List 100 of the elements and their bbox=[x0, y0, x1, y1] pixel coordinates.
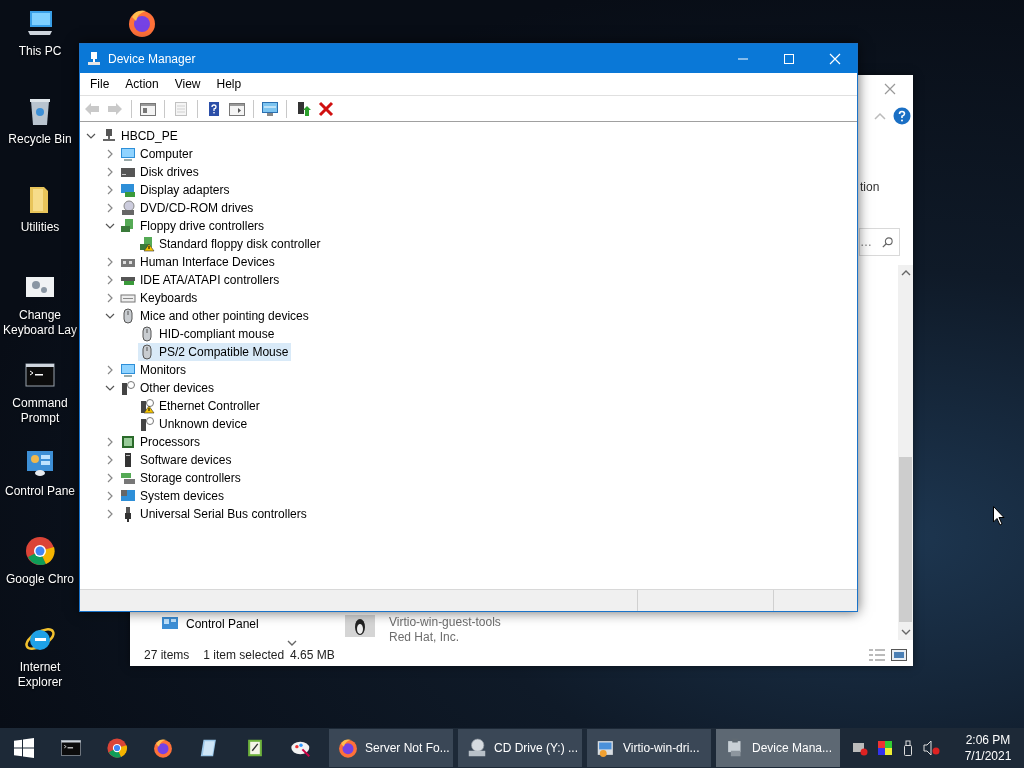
chevron-down-icon[interactable] bbox=[286, 639, 297, 647]
tree-item[interactable]: IDE ATA/ATAPI controllers bbox=[119, 271, 283, 289]
desktop-shortcut[interactable]: Internet Explorer bbox=[2, 616, 78, 704]
chevron-icon[interactable] bbox=[105, 293, 115, 303]
taskbar-window[interactable]: Virtio-win-dri... bbox=[587, 729, 711, 767]
terminal-icon bbox=[60, 737, 82, 759]
dvd-icon bbox=[120, 200, 136, 216]
file-item[interactable]: Virtio-win-guest-tools Red Hat, Inc. bbox=[345, 615, 501, 647]
system-icon bbox=[120, 488, 136, 504]
control-panel-icon bbox=[162, 617, 178, 631]
chevron-icon[interactable] bbox=[105, 203, 115, 213]
ribbon-label: tion bbox=[860, 180, 880, 194]
tree-item[interactable]: System devices bbox=[119, 487, 228, 505]
monitor-scan-icon[interactable] bbox=[261, 99, 279, 118]
taskbar-window[interactable]: CD Drive (Y:) ... bbox=[458, 729, 582, 767]
close-icon[interactable] bbox=[884, 83, 896, 95]
scroll-up-icon[interactable] bbox=[900, 269, 911, 277]
search-field[interactable]: … bbox=[859, 228, 900, 256]
chevron-icon[interactable] bbox=[105, 455, 115, 465]
menu-item[interactable]: Action bbox=[117, 77, 167, 91]
desktop-shortcut[interactable]: This PC bbox=[2, 0, 78, 88]
chevron-icon[interactable] bbox=[105, 221, 115, 231]
chevron-icon[interactable] bbox=[105, 437, 115, 447]
clock[interactable]: 2:06 PM 7/1/2021 bbox=[960, 732, 1016, 764]
penguin-icon bbox=[345, 615, 375, 637]
menu-item[interactable]: File bbox=[82, 77, 118, 91]
maximize-icon[interactable] bbox=[783, 52, 795, 65]
tree-item[interactable]: HBCD_PE bbox=[100, 127, 181, 145]
tree-item[interactable]: Software devices bbox=[119, 451, 235, 469]
menu-item[interactable]: View bbox=[166, 77, 209, 91]
chevron-icon[interactable] bbox=[105, 491, 115, 501]
usb-drive-icon[interactable] bbox=[902, 740, 914, 756]
storage-icon bbox=[120, 470, 136, 486]
desktop-shortcut[interactable]: Recycle Bin bbox=[2, 88, 78, 176]
windows-logo-icon[interactable] bbox=[14, 738, 34, 758]
firefox-icon bbox=[337, 737, 359, 759]
desktop-shortcut[interactable]: Utilities bbox=[2, 176, 78, 264]
desktop-shortcut[interactable]: Change Keyboard Lay bbox=[2, 264, 78, 352]
window-title: Device Manager bbox=[108, 51, 196, 66]
tree-item[interactable]: DVD/CD-ROM drives bbox=[119, 199, 257, 217]
tree-item[interactable]: Mice and other pointing devices bbox=[119, 307, 312, 325]
chevron-icon[interactable] bbox=[105, 311, 115, 321]
tree-item[interactable]: Ethernet Controller bbox=[138, 397, 263, 415]
tree-item[interactable]: PS/2 Compatible Mouse bbox=[138, 343, 292, 361]
tree-item[interactable]: Floppy drive controllers bbox=[119, 217, 268, 235]
chevron-icon[interactable] bbox=[105, 149, 115, 159]
tree-item[interactable]: Standard floppy disk controller bbox=[138, 235, 324, 253]
tree-item[interactable]: HID-compliant mouse bbox=[138, 325, 278, 343]
menu-item[interactable]: Help bbox=[208, 77, 250, 91]
tree-item[interactable]: Monitors bbox=[119, 361, 189, 379]
desktop-shortcut[interactable]: Google Chro bbox=[2, 528, 78, 616]
nav-item[interactable]: Control Panel bbox=[130, 615, 259, 633]
chevron-icon[interactable] bbox=[105, 167, 115, 177]
color-grid-icon[interactable] bbox=[877, 740, 893, 756]
monitor-icon bbox=[120, 362, 136, 378]
chevron-icon[interactable] bbox=[105, 185, 115, 195]
scroll-thumb[interactable] bbox=[899, 457, 912, 622]
scroll-down-icon[interactable] bbox=[900, 628, 911, 636]
status-text: 4.65 MB bbox=[290, 648, 335, 662]
chevron-icon[interactable] bbox=[105, 509, 115, 519]
chevron-icon[interactable] bbox=[105, 473, 115, 483]
status-text: 27 items bbox=[144, 648, 190, 662]
chevron-icon[interactable] bbox=[105, 275, 115, 285]
tree-item[interactable]: Universal Serial Bus controllers bbox=[119, 505, 310, 523]
taskbar-window[interactable]: Device Mana... bbox=[716, 729, 840, 767]
tree-item[interactable]: Storage controllers bbox=[119, 469, 244, 487]
mouse-icon bbox=[120, 308, 136, 324]
network-computer-icon bbox=[101, 128, 117, 144]
network-warning-icon[interactable] bbox=[852, 740, 868, 756]
chevron-icon[interactable] bbox=[86, 131, 96, 141]
speaker-muted-icon[interactable] bbox=[923, 740, 941, 756]
taskbar-window[interactable]: Server Not Fo... bbox=[329, 729, 453, 767]
tree-item[interactable]: Computer bbox=[119, 145, 196, 163]
desktop-shortcut[interactable]: Control Pane bbox=[2, 440, 78, 528]
chrome-icon bbox=[24, 535, 56, 567]
display-icon bbox=[120, 182, 136, 198]
device-manager-icon bbox=[86, 50, 102, 67]
tree-item[interactable]: Disk drives bbox=[119, 163, 202, 181]
help-icon[interactable] bbox=[893, 107, 911, 125]
tree-item[interactable]: Other devices bbox=[119, 379, 218, 397]
uninstall-icon[interactable] bbox=[317, 99, 335, 118]
chevron-icon[interactable] bbox=[105, 365, 115, 375]
firefox-icon bbox=[152, 737, 174, 759]
chevron-icon[interactable] bbox=[105, 383, 115, 393]
tree-item[interactable]: Keyboards bbox=[119, 289, 201, 307]
tree-item[interactable]: Human Interface Devices bbox=[119, 253, 278, 271]
processor-icon bbox=[120, 434, 136, 450]
scrollbar[interactable] bbox=[898, 265, 913, 640]
search-icon bbox=[882, 235, 893, 249]
tree-item[interactable]: Processors bbox=[119, 433, 204, 451]
tree-item[interactable]: Display adapters bbox=[119, 181, 233, 199]
chrome-icon bbox=[106, 737, 128, 759]
large-icons-view-icon[interactable] bbox=[891, 649, 907, 661]
computer-icon bbox=[120, 146, 136, 162]
chevron-icon[interactable] bbox=[105, 257, 115, 267]
status-text: 1 item selected bbox=[203, 648, 285, 662]
tree-item[interactable]: Unknown device bbox=[138, 415, 251, 433]
mouse-cursor-icon bbox=[993, 506, 1005, 526]
desktop-shortcut[interactable]: Command Prompt bbox=[2, 352, 78, 440]
question-device-icon bbox=[120, 380, 136, 396]
